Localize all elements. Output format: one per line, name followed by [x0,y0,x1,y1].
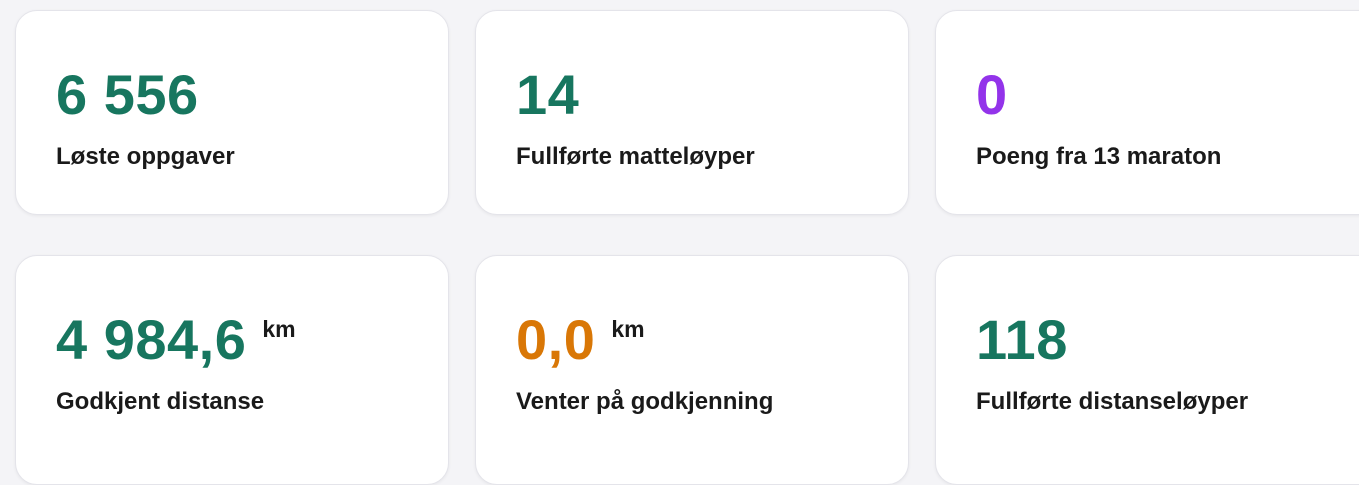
stat-card-solved-tasks: 6 556 Løste oppgaver [15,10,449,215]
stat-value-line: 0,0 km [516,308,645,372]
stat-value: 0 [976,63,1008,126]
stat-card-pending-approval: 0,0 km Venter på godkjenning [475,255,909,485]
stat-unit: km [262,316,296,342]
stat-card-marathon-points: 0 Poeng fra 13 maraton [935,10,1359,215]
stat-value: 118 [976,308,1068,371]
stat-label: Poeng fra 13 maraton [976,143,1222,170]
stat-label: Løste oppgaver [56,143,235,170]
stat-label: Fullførte matteløyper [516,143,755,170]
stat-value-line: 6 556 [56,63,199,127]
stat-value: 14 [516,63,580,126]
stat-value: 6 556 [56,63,199,126]
stat-value: 4 984,6 [56,308,247,371]
stat-card-completed-math-paths: 14 Fullførte matteløyper [475,10,909,215]
stat-value: 0,0 [516,308,596,371]
stat-value-line: 118 [976,308,1068,372]
stat-card-completed-distance-paths: 118 Fullførte distanseløyper [935,255,1359,485]
stat-unit: km [611,316,645,342]
stat-card-approved-distance: 4 984,6 km Godkjent distanse [15,255,449,485]
stat-value-line: 14 [516,63,579,127]
stat-value-line: 4 984,6 km [56,308,296,372]
stat-label: Godkjent distanse [56,388,265,415]
stat-label: Venter på godkjenning [516,388,774,415]
stat-value-line: 0 [976,63,1008,127]
stat-label: Fullførte distanseløyper [976,388,1249,415]
